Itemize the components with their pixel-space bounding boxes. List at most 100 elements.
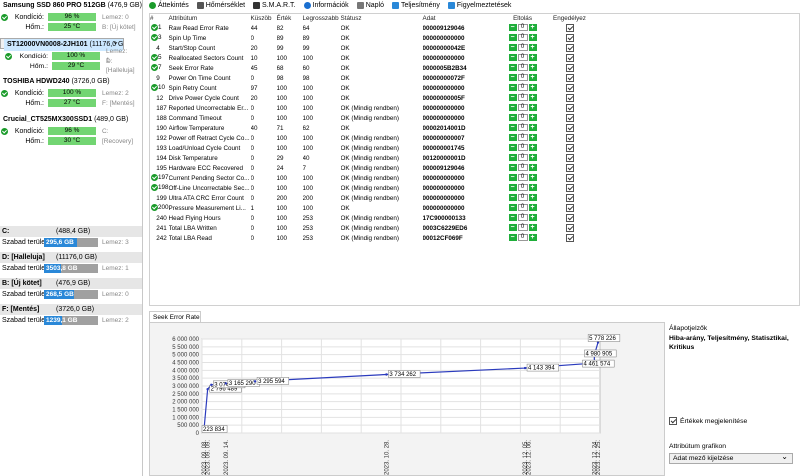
col-header[interactable]: # [150,14,169,23]
disk-item[interactable]: Crucial_CT525MX300SSD1 (489,0 GB) Kondíci… [0,114,142,146]
minus-icon[interactable]: − [508,194,517,202]
table-row[interactable]: 4 Start/Stop Count 20 99 99 OK 00000000042E −0 + [150,43,590,53]
offset-value[interactable]: 0 [517,204,528,212]
col-header[interactable]: Attribútum [169,14,251,23]
enable-checkbox[interactable] [565,84,574,92]
table-row[interactable]: 9 Power On Time Count 0 98 98 OK 00000000072F −… [150,73,590,83]
offset-value[interactable]: 0 [517,214,528,222]
table-row[interactable]: 195 Hardware ECC Recovered 0 24 7 OK (Mindig … [150,163,590,173]
minus-icon[interactable]: − [508,84,517,92]
plus-icon[interactable]: + [528,224,537,232]
offset-value[interactable]: 0 [517,24,528,32]
enable-checkbox[interactable] [565,194,574,202]
disk-item[interactable]: TOSHIBA HDWD240 (3726,0 GB) Kondíció: 100 … [0,76,142,108]
show-values-option[interactable]: Értékek megjelenítése [669,417,747,425]
offset-value[interactable]: 0 [517,54,528,62]
plus-icon[interactable]: + [528,64,537,72]
plus-icon[interactable]: + [528,44,537,52]
plus-icon[interactable]: + [528,154,537,162]
offset-value[interactable]: 0 [517,114,528,122]
table-row[interactable]: 187 Reported Uncorrectable Er... 0 100 100 OK… [150,103,590,113]
plus-icon[interactable]: + [528,214,537,222]
minus-icon[interactable]: − [508,204,517,212]
enable-checkbox[interactable] [565,234,574,242]
minus-icon[interactable]: − [508,234,517,242]
offset-value[interactable]: 0 [517,224,528,232]
enable-checkbox[interactable] [565,174,574,182]
disk-item[interactable]: ST12000VN0008-2JH101 (11176,0 GB)Kondíci… [0,37,135,74]
plus-icon[interactable]: + [528,134,537,142]
offset-value[interactable]: 0 [517,44,528,52]
minus-icon[interactable]: − [508,224,517,232]
volume-item[interactable]: F: [Mentés] (3726,0 GB) Szabad terület 1239… [0,304,142,326]
tab-log-page[interactable]: Napló [356,2,384,9]
minus-icon[interactable]: − [508,24,517,32]
col-header[interactable]: Eltolás [496,14,550,23]
enable-checkbox[interactable] [565,34,574,42]
minus-icon[interactable]: − [508,134,517,142]
enable-checkbox[interactable] [565,124,574,132]
offset-value[interactable]: 0 [517,64,528,72]
plus-icon[interactable]: + [528,194,537,202]
minus-icon[interactable]: − [508,214,517,222]
table-row[interactable]: 200 Pressure Measurement Li... 1 100 100 OK 00… [150,203,590,213]
enable-checkbox[interactable] [565,54,574,62]
table-row[interactable]: 188 Command Timeout 0 100 100 OK (Mindig rend… [150,113,590,123]
enable-checkbox[interactable] [565,204,574,212]
col-header[interactable]: Küszöb [251,14,277,23]
offset-value[interactable]: 0 [517,134,528,142]
minus-icon[interactable]: − [508,64,517,72]
table-row[interactable]: 194 Disk Temperature 0 29 40 OK (Mindig rendb… [150,153,590,163]
minus-icon[interactable]: − [508,184,517,192]
table-row[interactable]: 241 Total LBA Written 0 100 253 OK (Mindig re… [150,223,590,233]
minus-icon[interactable]: − [508,174,517,182]
offset-value[interactable]: 0 [517,84,528,92]
table-row[interactable]: 198 Off-Line Uncorrectable Sec... 0 100 100 O… [150,183,590,193]
plus-icon[interactable]: + [528,104,537,112]
tab-thermometer[interactable]: Hőmérséklet [196,2,245,9]
offset-value[interactable]: 0 [517,194,528,202]
graph-select[interactable]: Adat mező kijelzése [669,452,793,464]
offset-value[interactable]: 0 [517,164,528,172]
minus-icon[interactable]: − [508,104,517,112]
col-header[interactable]: Engedélyez [550,14,590,23]
plus-icon[interactable]: + [528,34,537,42]
plus-icon[interactable]: + [528,164,537,172]
minus-icon[interactable]: − [508,44,517,52]
volume-item[interactable]: C: (488,4 GB) Szabad terület 295,6 GB Lemez:… [0,226,142,248]
offset-value[interactable]: 0 [517,124,528,132]
table-row[interactable]: 242 Total LBA Read 0 100 253 OK (Mindig rendb… [150,233,590,243]
tab-smart-chip[interactable]: S.M.A.R.T. [253,2,296,9]
plus-icon[interactable]: + [528,174,537,182]
table-row[interactable]: 1 Raw Read Error Rate 44 82 64 OK 000009129046… [150,23,590,33]
col-header[interactable]: Legrosszabb [303,14,341,23]
tab-alert[interactable]: Figyelmeztetések [447,2,511,9]
col-header[interactable]: Adat [423,14,496,23]
tab-check-circle[interactable]: Áttekintés [149,2,189,9]
offset-value[interactable]: 0 [517,154,528,162]
col-header[interactable]: Érték [277,14,303,23]
plus-icon[interactable]: + [528,84,537,92]
enable-checkbox[interactable] [565,144,574,152]
offset-value[interactable]: 0 [517,94,528,102]
plus-icon[interactable]: + [528,74,537,82]
plus-icon[interactable]: + [528,144,537,152]
tab-performance-chart[interactable]: Teljesítmény [391,2,440,9]
offset-value[interactable]: 0 [517,234,528,242]
offset-value[interactable]: 0 [517,104,528,112]
enable-checkbox[interactable] [565,104,574,112]
offset-value[interactable]: 0 [517,74,528,82]
enable-checkbox[interactable] [565,94,574,102]
offset-value[interactable]: 0 [517,34,528,42]
enable-checkbox[interactable] [565,164,574,172]
minus-icon[interactable]: − [508,154,517,162]
enable-checkbox[interactable] [565,154,574,162]
show-values-checkbox[interactable] [669,417,677,425]
table-row[interactable]: 190 Airflow Temperature 40 71 62 OK 0000201400… [150,123,590,133]
minus-icon[interactable]: − [508,124,517,132]
minus-icon[interactable]: − [508,114,517,122]
minus-icon[interactable]: − [508,34,517,42]
minus-icon[interactable]: − [508,74,517,82]
enable-checkbox[interactable] [565,184,574,192]
minus-icon[interactable]: − [508,54,517,62]
